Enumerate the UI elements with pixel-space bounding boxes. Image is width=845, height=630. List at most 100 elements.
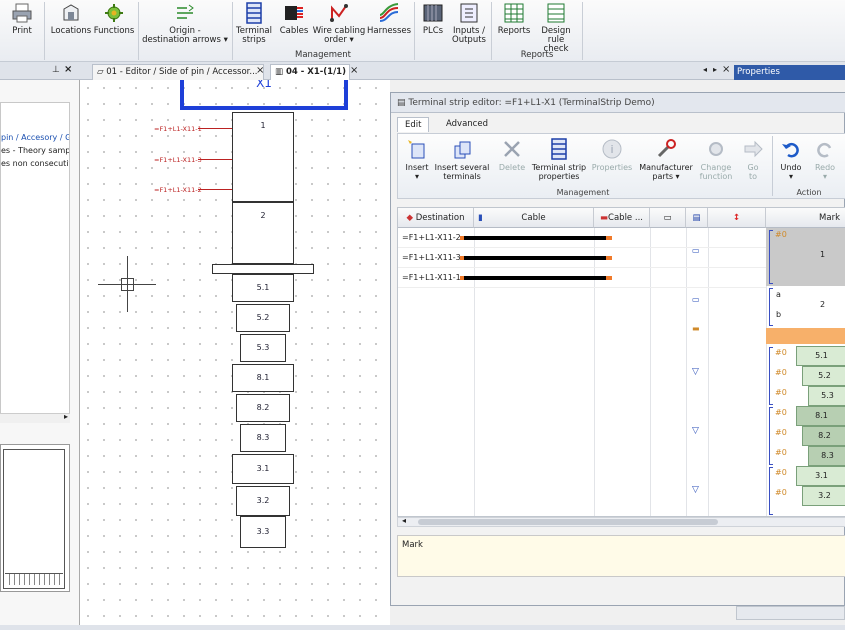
go-to-button[interactable]: Go to (738, 138, 768, 181)
description-label: Mark (402, 540, 423, 550)
tree-horizontal-scrollbar[interactable]: ▸ (0, 412, 70, 423)
wire-cabling-icon (330, 4, 348, 22)
column-header-cable-2[interactable]: ▬Cable ... (594, 208, 650, 228)
schematic-canvas[interactable]: X1 =F1+L1-X11-1 =F1+L1-X11-3 =F1+L1-X11-… (80, 80, 390, 625)
cable-line (460, 276, 612, 280)
mark-pill-5-1[interactable]: 5.1 (796, 346, 845, 366)
level-bracket (769, 467, 773, 515)
locations-button[interactable]: Locations (50, 2, 92, 36)
undo-button[interactable]: Undo ▾ (776, 138, 806, 181)
tree-item-theory-sample[interactable]: es - Theory sample (1, 146, 69, 155)
tab-scroll-left-icon[interactable]: ◂ (703, 65, 707, 74)
tab-edit[interactable]: Edit (397, 117, 430, 132)
tab-close-icon[interactable]: × (256, 65, 264, 76)
redo-button[interactable]: Redo ▾ (810, 138, 840, 181)
column-header-wire[interactable]: ▭ (650, 208, 686, 228)
terminal-label: 5.2 (256, 313, 270, 322)
column-header-terminal[interactable]: ▤ (686, 208, 708, 228)
scrollbar-thumb[interactable] (418, 519, 718, 525)
column-header-mark[interactable]: Mark (766, 208, 845, 228)
strip-icon: ▤ (397, 98, 406, 108)
connection-label: =F1+L1-X11-2 (154, 186, 202, 194)
properties-button[interactable]: i Properties (590, 138, 634, 172)
terminal-1[interactable]: 1 (232, 112, 294, 202)
terminal-8-2[interactable]: 8.2 (236, 394, 290, 422)
column-header-destination[interactable]: ◆ Destination (398, 208, 474, 228)
table-row[interactable]: =F1+L1-X11-3 (398, 248, 766, 268)
terminal-strips-button[interactable]: Terminal strips (234, 2, 274, 45)
manufacturer-parts-button[interactable]: Manufacturer parts ▾ (638, 138, 694, 181)
end-plate-icon: ▬ (692, 324, 700, 333)
design-rule-check-button[interactable]: Design rule check (534, 2, 578, 54)
terminal-3-3[interactable]: 3.3 (240, 516, 286, 548)
page-preview-thumbnail[interactable] (0, 444, 70, 592)
gear-icon (709, 142, 723, 156)
tab-editor-side-of-pin[interactable]: ▱ 01 - Editor / Side of pin / Accessor..… (92, 64, 264, 80)
close-icon[interactable]: × (64, 64, 72, 75)
terminal-8-3[interactable]: 8.3 (240, 424, 286, 452)
tree-item-non-consecutive[interactable]: es non consecutive (1, 159, 69, 168)
cable-line (460, 236, 612, 240)
tab-bar-close-icon[interactable]: × (722, 64, 730, 75)
column-header-cable[interactable]: ▮ Cable (474, 208, 594, 228)
tree-view[interactable]: pin / Accesory / G es - Theory sample es… (0, 102, 70, 422)
delete-button[interactable]: Delete (496, 138, 528, 172)
cable-line (460, 256, 612, 260)
action-group-label: Action (796, 188, 822, 197)
mark-pill-3-1[interactable]: 3.1 (796, 466, 845, 486)
terminal-strip-editor: ▤ Terminal strip editor: =F1+L1-X1 (Term… (390, 92, 845, 606)
dropdown-arrow-icon: ▾ (788, 172, 793, 181)
terminal-3-2[interactable]: 3.2 (236, 486, 290, 516)
end-plate[interactable] (212, 264, 314, 274)
document-tab-bar: ⊥ × ▱ 01 - Editor / Side of pin / Access… (0, 62, 845, 80)
origin-destination-button[interactable]: Origin - destination arrows ▾ (141, 2, 229, 45)
terminal-5-1[interactable]: 5.1 (232, 274, 294, 302)
tab-x1-label: 04 - X1-(1/1) (286, 67, 346, 77)
delete-icon (504, 141, 520, 157)
terminal-3-1[interactable]: 3.1 (232, 454, 294, 484)
pin-icon[interactable]: ⊥ (52, 65, 60, 75)
mark-pill-5-2[interactable]: 5.2 (802, 366, 845, 386)
table-row[interactable]: =F1+L1-X11-2 (398, 228, 766, 248)
grid-horizontal-scrollbar[interactable]: ◂ (397, 516, 845, 527)
properties-label: Properties (591, 163, 633, 172)
tree-item-pin-accessory[interactable]: pin / Accesory / G (1, 133, 69, 142)
change-function-button[interactable]: Change function (694, 138, 738, 181)
mark-pill-8-2[interactable]: 8.2 (802, 426, 845, 446)
tab-close-icon[interactable]: × (350, 65, 358, 76)
column-header-sort[interactable]: ↕ (708, 208, 766, 228)
scroll-right-icon[interactable]: ▸ (64, 412, 68, 421)
table-row[interactable]: =F1+L1-X11-1 (398, 268, 766, 288)
inputs-outputs-button[interactable]: Inputs / Outputs (450, 2, 488, 45)
functions-button[interactable]: Functions (93, 2, 135, 36)
insert-label: Insert (405, 163, 429, 172)
terminal-2[interactable]: 2 (232, 202, 294, 264)
terminal-symbol-icon: ▭ (692, 295, 700, 304)
mark-pill-8-1[interactable]: 8.1 (796, 406, 845, 426)
reports-button[interactable]: Reports (495, 2, 533, 36)
mark-pill-5-3[interactable]: 5.3 (808, 386, 845, 406)
tab-scroll-right-icon[interactable]: ▸ (713, 65, 717, 74)
management-group-label: Management (295, 50, 351, 60)
harnesses-button[interactable]: Harnesses (367, 2, 411, 36)
print-icon (12, 3, 32, 23)
terminal-5-3[interactable]: 5.3 (240, 334, 286, 362)
terminal-strip-properties-button[interactable]: Terminal strip properties (528, 138, 590, 181)
wire-cabling-order-button[interactable]: Wire cabling order ▾ (312, 2, 366, 45)
plcs-button[interactable]: PLCs (418, 2, 448, 36)
description-panel[interactable]: Mark (397, 535, 845, 577)
terminal-8-1[interactable]: 8.1 (232, 364, 294, 392)
insert-several-terminals-button[interactable]: Insert several terminals (434, 138, 490, 181)
tab-x1[interactable]: ▥ 04 - X1-(1/1) (270, 64, 350, 80)
scroll-left-icon[interactable]: ◂ (402, 516, 406, 525)
strip-header-selected[interactable]: X1 (180, 80, 348, 110)
end-plate-row[interactable] (766, 328, 845, 344)
insert-button[interactable]: Insert ▾ (400, 138, 434, 181)
cables-button[interactable]: Cables (277, 2, 311, 36)
terminal-5-2[interactable]: 5.2 (236, 304, 290, 332)
mark-pill-3-2[interactable]: 3.2 (802, 486, 845, 506)
mark-pill-8-3[interactable]: 8.3 (808, 446, 845, 466)
tab-advanced[interactable]: Advanced (439, 117, 495, 132)
print-button[interactable]: Print (4, 2, 40, 36)
terminal-grid[interactable]: ◆ Destination ▮ Cable ▬Cable ... ▭ ▤ ↕ Ma… (397, 207, 845, 517)
